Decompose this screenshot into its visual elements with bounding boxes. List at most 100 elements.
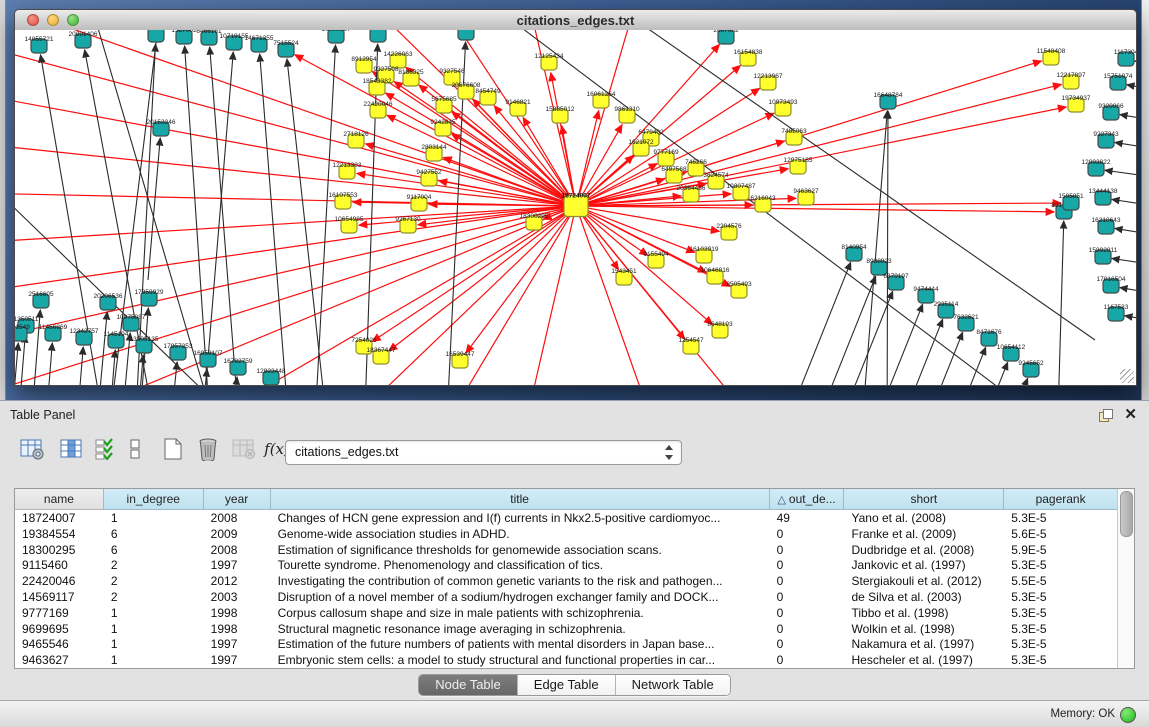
table-cell: 49 (770, 510, 845, 526)
column-header-name[interactable]: name (15, 489, 104, 510)
column-header-short[interactable]: short (844, 489, 1004, 510)
graph-node-label: 2204576 (716, 223, 742, 230)
tab-edge-table[interactable]: Edge Table (518, 675, 616, 695)
table-cell: 5.3E-5 (1004, 621, 1118, 637)
graph-node-label: 12213967 (754, 73, 783, 80)
graph-node-label: 6879197 (883, 273, 909, 280)
column-select-icon[interactable] (58, 435, 86, 463)
graph-node-label: 16107553 (329, 192, 358, 199)
table-row[interactable]: 946362711997Embryonic stem cells: a mode… (15, 652, 1118, 668)
graph-node-label: 7515524 (273, 40, 299, 47)
table-cell: 9465546 (15, 636, 104, 652)
table-cell: 1 (104, 605, 204, 621)
table-cell: 9463627 (15, 652, 104, 668)
graph-node-label: 12217897 (1057, 72, 1086, 79)
graph-node-label: 9427552 (416, 169, 442, 176)
graph-node-label: 22420046 (364, 101, 393, 108)
dropdown-stepper-icon (664, 444, 674, 461)
graph-node-label: 16958107 (194, 350, 223, 357)
float-panel-icon[interactable] (1099, 409, 1113, 422)
window-titlebar[interactable]: citations_edges.txt (15, 10, 1136, 31)
close-panel-icon[interactable]: ✕ (1124, 405, 1137, 423)
table-cell: Jankovic et al. (1997) (845, 557, 1005, 573)
table-row[interactable]: 1938455462009Genome-wide association stu… (15, 526, 1118, 542)
memory-status-indicator[interactable] (1120, 707, 1136, 723)
table-cell: Hescheler et al. (1997) (845, 652, 1005, 668)
table-cell: 18300295 (15, 542, 104, 558)
graph-node-label: 17957253 (164, 343, 193, 350)
table-cell: 0 (770, 589, 845, 605)
new-document-icon[interactable] (159, 435, 187, 463)
graph-node-label: 1621072 (628, 139, 654, 146)
table-row[interactable]: 911546021997Tourette syndrome. Phenomeno… (15, 557, 1118, 573)
window-title: citations_edges.txt (15, 13, 1136, 28)
table-row[interactable]: 969969511998Structural magnetic resonanc… (15, 621, 1118, 637)
graph-node[interactable] (458, 30, 474, 40)
graph-node-label: 10654985 (335, 216, 364, 223)
graph-node-label: 7485063 (781, 128, 807, 135)
graph-node-label: 6216043 (750, 195, 776, 202)
table-row[interactable]: 946554611997Estimation of the future num… (15, 636, 1118, 652)
table-panel-title: Table Panel (10, 408, 75, 422)
table-cell: Disruption of a novel member of a sodium… (271, 589, 770, 605)
table-cell: 5.3E-5 (1004, 589, 1118, 605)
table-settings-icon[interactable] (18, 435, 46, 463)
graph-node-label: 8140954 (841, 244, 867, 251)
table-select-dropdown[interactable]: citations_edges.txt (285, 440, 682, 465)
table-row[interactable]: 2242004622012Investigating the contribut… (15, 573, 1118, 589)
graph-node-label: 1350511 (15, 316, 39, 323)
table-row[interactable]: 1830029562008Estimation of significance … (15, 542, 1118, 558)
rows-icon[interactable] (121, 435, 149, 463)
graph-node-label: 9861310 (614, 106, 640, 113)
column-header-pagerank[interactable]: pagerank (1004, 489, 1118, 510)
table-cell: de Silva et al. (2003) (845, 589, 1005, 605)
graph-node-label: 12342757 (70, 328, 99, 335)
graph-node-label: 5675685 (431, 96, 457, 103)
column-header-indegree[interactable]: in_degree (104, 489, 204, 510)
column-header-year[interactable]: year (204, 489, 271, 510)
table-cell: 18724007 (15, 510, 104, 526)
graph-node-label: 16061264 (587, 91, 616, 98)
graph-node-label: 8454749 (475, 88, 501, 95)
graph-node-label: 11456869 (39, 324, 68, 331)
row-check-icon[interactable] (92, 435, 120, 463)
table-cell: Estimation of significance thresholds fo… (271, 542, 770, 558)
scrollbar-thumb[interactable] (1120, 491, 1133, 537)
table-cell: 5.5E-5 (1004, 573, 1118, 589)
table-cell: 2009 (204, 526, 271, 542)
table-body: 1872400712008Changes of HCN gene express… (15, 510, 1118, 668)
table-cell: 5.3E-5 (1004, 510, 1118, 526)
delete-icon[interactable] (194, 435, 222, 463)
table-cell: 5.9E-5 (1004, 542, 1118, 558)
column-header-outde[interactable]: △out_de... (770, 489, 845, 510)
graph-node-label: 6497568 (661, 166, 687, 173)
table-cell: 6 (104, 542, 204, 558)
network-graph[interactable]: 1830029589129541422606393275081854338281… (15, 30, 1136, 385)
graph-node-label: 16539447 (446, 351, 475, 358)
graph-node-label: 12093822 (1082, 159, 1111, 166)
tab-node-table[interactable]: Node Table (419, 675, 518, 695)
table-cell: 19384554 (15, 526, 104, 542)
table-scrollbar[interactable] (1117, 489, 1134, 668)
graph-node-label: 17359929 (135, 289, 164, 296)
tab-network-table[interactable]: Network Table (616, 675, 730, 695)
table-row[interactable]: 1456911722003Disruption of a novel membe… (15, 589, 1118, 605)
node-table: namein_degreeyeartitle△out_de...shortpag… (14, 488, 1135, 669)
table-row[interactable]: 977716911998Corpus callosum shape and si… (15, 605, 1118, 621)
table-row[interactable]: 1872400712008Changes of HCN gene express… (15, 510, 1118, 526)
table-cell: 1 (104, 621, 204, 637)
resize-grip[interactable] (1120, 369, 1134, 383)
delete-table-disabled-icon (230, 435, 258, 463)
column-header-title[interactable]: title (271, 489, 770, 510)
graph-node-label: 8912954 (351, 56, 377, 63)
table-cell: Tourette syndrome. Phenomenology and cla… (271, 557, 770, 573)
network-view-window: citations_edges.txt 18300295891295414226… (14, 9, 1137, 386)
network-canvas[interactable]: 1830029589129541422606393275081854338281… (15, 30, 1136, 385)
graph-node-label: 2516605 (28, 291, 54, 298)
graph-node-label: 18543382 (363, 78, 392, 85)
graph-node-label: 2887682 (713, 30, 739, 34)
graph-node-label: 14226063 (384, 51, 413, 58)
table-cell: 1997 (204, 652, 271, 668)
graph-node-label: 9329966 (1098, 103, 1124, 110)
graph-node-label: 1527002 (171, 30, 197, 34)
